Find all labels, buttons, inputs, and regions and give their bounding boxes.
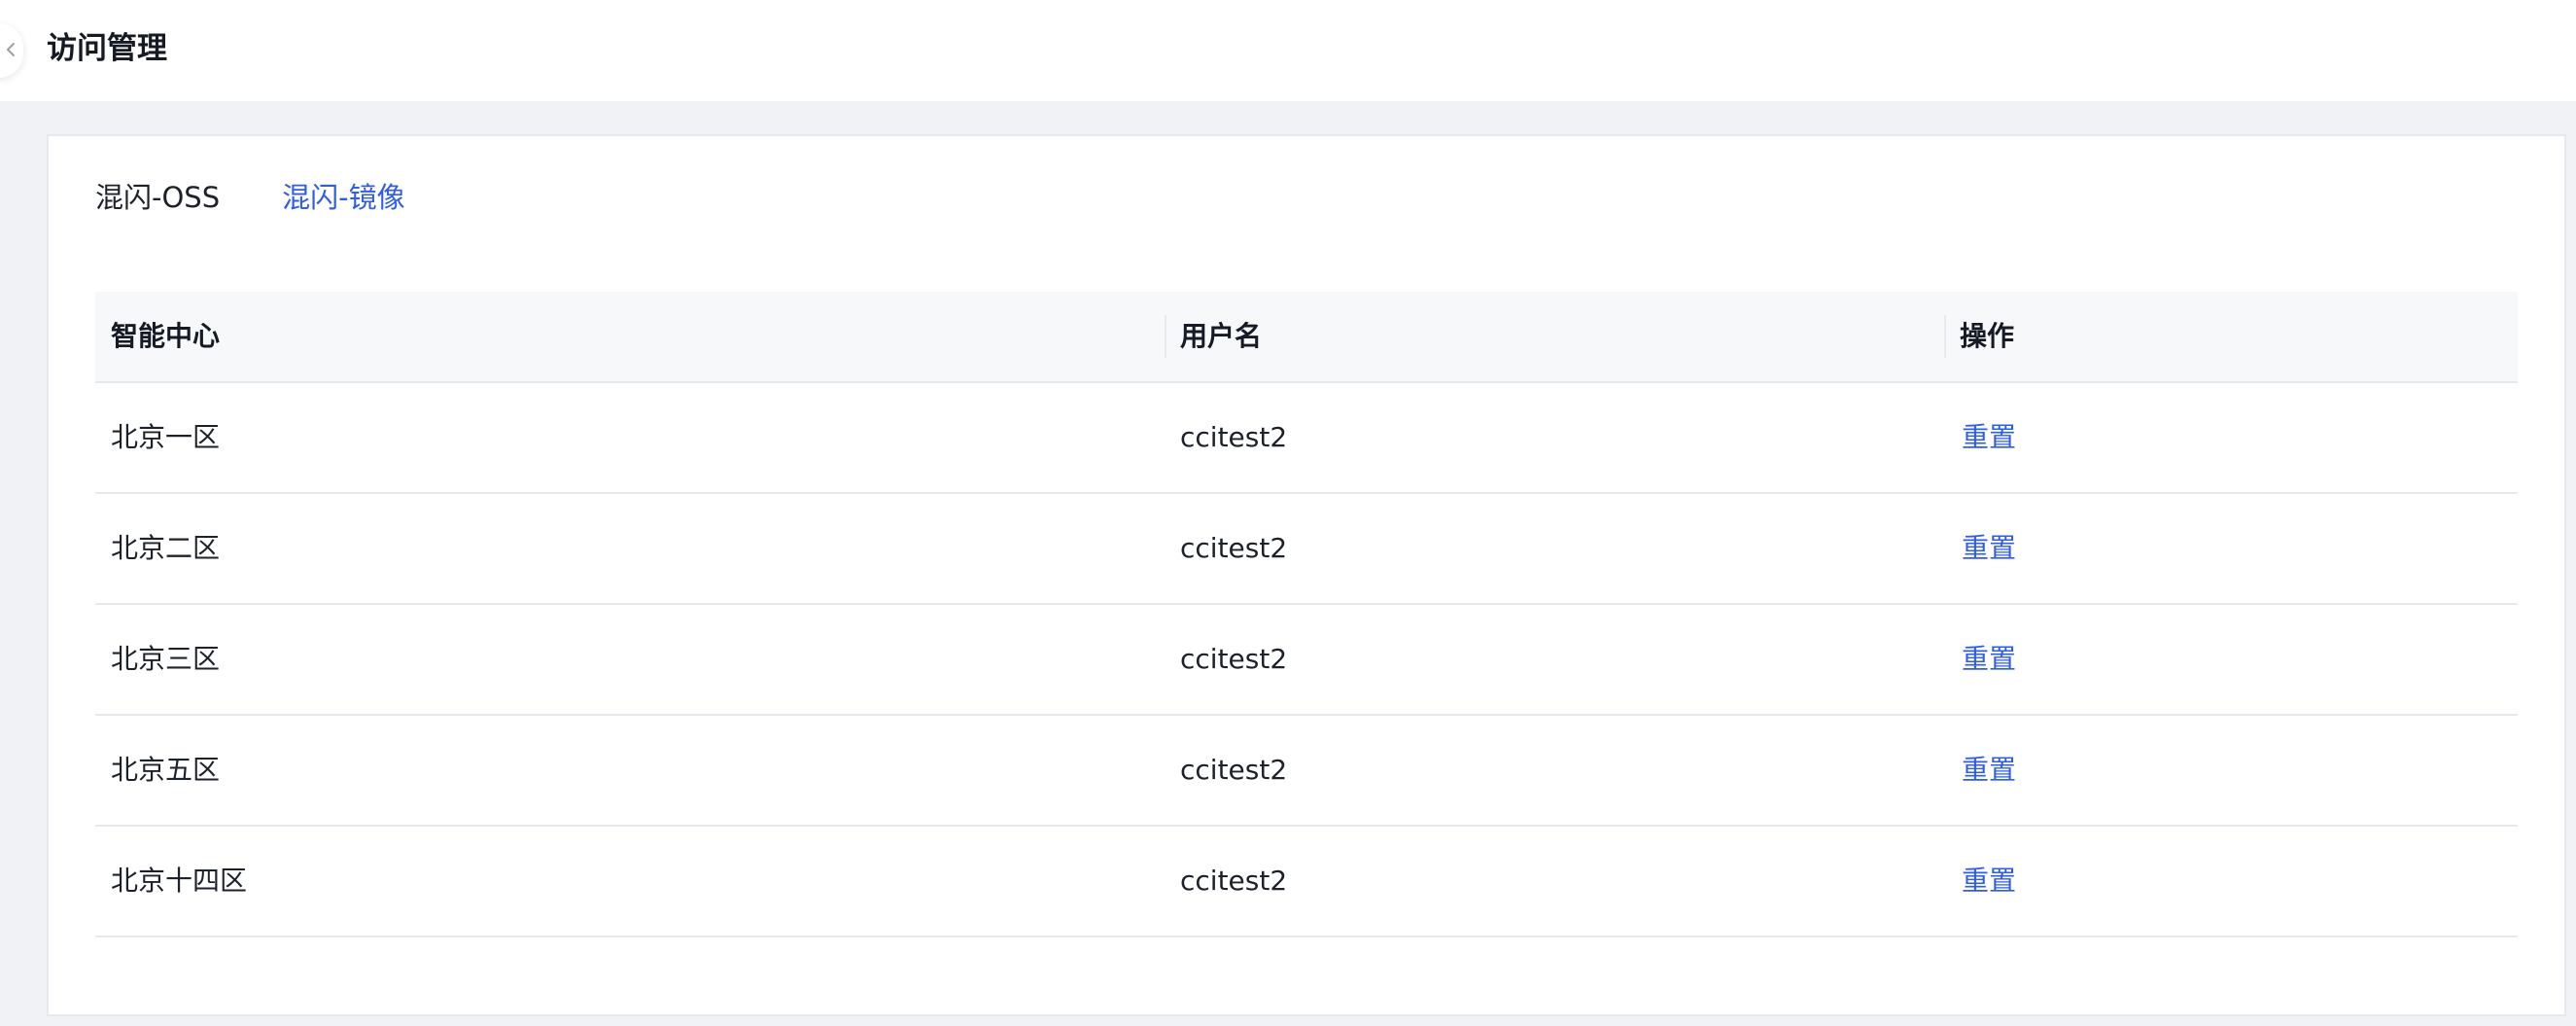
tab-oss[interactable]: 混闪-OSS bbox=[95, 175, 220, 298]
reset-link[interactable]: 重置 bbox=[1944, 383, 2518, 492]
username-cell: ccitest2 bbox=[1180, 865, 1288, 897]
page-title: 访问管理 bbox=[47, 31, 167, 66]
column-header-username: 用户名 bbox=[1165, 292, 1944, 381]
username-cell: ccitest2 bbox=[1180, 754, 1288, 786]
reset-link[interactable]: 重置 bbox=[1944, 827, 2518, 936]
access-table: 智能中心 用户名 操作 北京一区 ccitest2 重置 北京二区 ccites… bbox=[95, 292, 2518, 938]
tab-bar: 混闪-OSS 混闪-镜像 bbox=[95, 175, 406, 298]
table-row: 北京五区 ccitest2 重置 bbox=[95, 716, 2518, 827]
center-cell: 北京一区 bbox=[111, 421, 221, 453]
center-cell: 北京三区 bbox=[111, 643, 221, 675]
content-card: 混闪-OSS 混闪-镜像 智能中心 用户名 操作 北京一区 ccitest2 重… bbox=[47, 134, 2566, 1016]
username-cell: ccitest2 bbox=[1180, 643, 1288, 675]
table-row: 北京一区 ccitest2 重置 bbox=[95, 383, 2518, 494]
center-cell: 北京二区 bbox=[111, 532, 221, 564]
table-row: 北京二区 ccitest2 重置 bbox=[95, 494, 2518, 605]
center-cell: 北京十四区 bbox=[111, 865, 248, 897]
username-cell: ccitest2 bbox=[1180, 532, 1288, 564]
table-header: 智能中心 用户名 操作 bbox=[95, 292, 2518, 383]
tab-mirror[interactable]: 混闪-镜像 bbox=[282, 175, 406, 298]
sidebar-collapse-button[interactable] bbox=[0, 23, 23, 78]
reset-link[interactable]: 重置 bbox=[1944, 605, 2518, 714]
reset-link[interactable]: 重置 bbox=[1944, 494, 2518, 603]
table-row: 北京十四区 ccitest2 重置 bbox=[95, 827, 2518, 938]
column-header-center: 智能中心 bbox=[111, 320, 221, 352]
column-header-action: 操作 bbox=[1944, 292, 2518, 381]
center-cell: 北京五区 bbox=[111, 754, 221, 786]
chevron-left-icon bbox=[7, 43, 15, 56]
username-cell: ccitest2 bbox=[1180, 421, 1288, 453]
page-header: 访问管理 bbox=[0, 0, 2576, 101]
table-row: 北京三区 ccitest2 重置 bbox=[95, 605, 2518, 716]
reset-link[interactable]: 重置 bbox=[1944, 716, 2518, 825]
